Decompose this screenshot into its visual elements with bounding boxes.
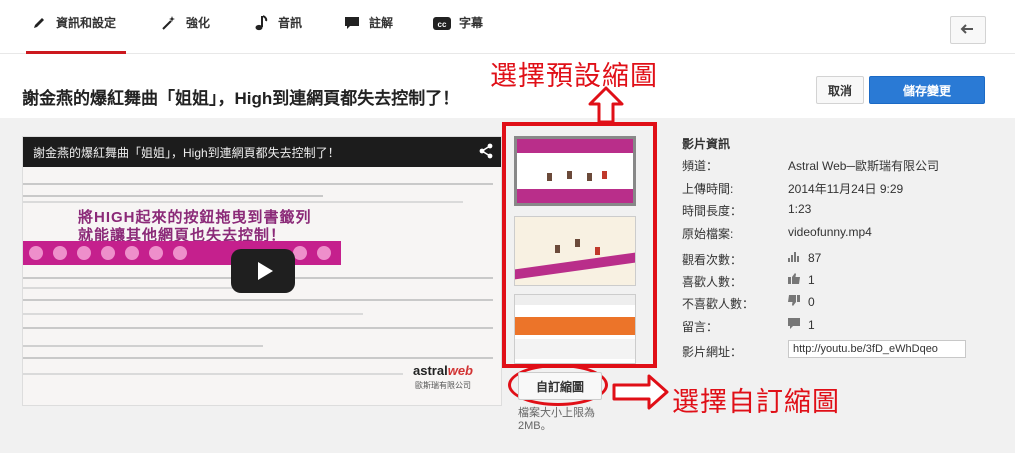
info-label-views: 觀看次數： [682, 253, 743, 267]
default-thumbnails-highlight [502, 122, 657, 368]
thumbnail-option-3[interactable] [514, 294, 636, 364]
tab-subtitles[interactable]: cc 字幕 [433, 14, 483, 54]
video-url-field[interactable] [788, 340, 966, 358]
save-changes-button[interactable]: 儲存變更 [869, 76, 985, 104]
play-icon [257, 262, 273, 280]
thumbnail-option-1[interactable] [514, 136, 636, 206]
tab-label: 註解 [369, 16, 394, 30]
info-value-likes: 1 [788, 273, 815, 287]
tab-label: 音訊 [278, 16, 303, 30]
player-title: 謝金燕的爆紅舞曲「姐姐」，High到連網頁都失去控制了！ [33, 145, 340, 160]
info-label-dislikes: 不喜歡人數： [682, 297, 755, 311]
tab-label: 資訊和設定 [56, 16, 117, 30]
info-label-source-file: 原始檔案: [682, 227, 734, 241]
info-label-duration: 時間長度： [682, 204, 743, 218]
right-arrow-annotation [612, 374, 669, 410]
info-value-source-file: videofunny.mp4 [788, 225, 872, 239]
magic-wand-icon [160, 14, 178, 32]
svg-text:cc: cc [438, 20, 447, 29]
info-value-duration: 1:23 [788, 202, 812, 216]
pencil-icon [30, 14, 48, 32]
page-title: 謝金燕的爆紅舞曲「姐姐」，High到連網頁都失去控制了！ [22, 89, 460, 108]
speech-bubble-icon [343, 14, 361, 32]
info-value-upload-time: 2014年11月24日 9:29 [788, 182, 904, 196]
watermark-logo: astralweb [413, 363, 473, 378]
tab-bar: 資訊和設定 強化 音訊 註解 cc 字幕 [0, 0, 1015, 54]
watermark-subtitle: 歐斯瑞有限公司 [415, 381, 471, 390]
info-value-comments: 1 [788, 318, 815, 332]
info-label-video-url: 影片網址： [682, 345, 743, 359]
tab-enhancements[interactable]: 強化 [160, 14, 210, 54]
tab-label: 強化 [186, 16, 211, 30]
info-label-channel: 頻道： [682, 159, 719, 173]
bar-chart-icon [788, 251, 800, 265]
return-arrow-icon [960, 22, 976, 38]
video-overlay-text: 將HIGH起來的按鈕拖曳到書籤列 就能讓其他網頁也失去控制！ [78, 209, 312, 244]
back-button[interactable] [950, 16, 986, 44]
info-label-likes: 喜歡人數： [682, 275, 743, 289]
player-title-bar: 謝金燕的爆紅舞曲「姐姐」，High到連網頁都失去控制了！ [23, 137, 501, 167]
thumbnail-option-2[interactable] [514, 216, 636, 286]
thumbs-down-icon [788, 295, 800, 309]
info-value-views: 87 [788, 251, 821, 265]
thumbs-up-icon [788, 273, 800, 287]
custom-thumbnail-button[interactable]: 自訂縮圖 [518, 372, 602, 400]
comment-icon [788, 318, 800, 332]
info-label-comments: 留言： [682, 320, 719, 334]
info-label-upload-time: 上傳時間: [682, 182, 734, 196]
cancel-button[interactable]: 取消 [816, 76, 864, 104]
tab-audio[interactable]: 音訊 [252, 14, 302, 54]
info-value-channel: Astral Web─歐斯瑞有限公司 [788, 159, 939, 173]
video-info-heading: 影片資訊 [682, 137, 731, 151]
info-value-dislikes: 0 [788, 295, 815, 309]
play-button[interactable] [231, 249, 295, 293]
video-player[interactable]: 謝金燕的爆紅舞曲「姐姐」，High到連網頁都失去控制了！ 將HIGH起來的按鈕拖… [22, 136, 502, 406]
annotation-default-thumbnail: 選擇預設縮圖 [490, 61, 658, 91]
tab-info-settings[interactable]: 資訊和設定 [25, 14, 127, 54]
cc-icon: cc [433, 14, 451, 32]
file-size-note: 檔案大小上限為 2MB。 [518, 407, 595, 432]
tab-annotations[interactable]: 註解 [343, 14, 393, 54]
share-icon[interactable] [479, 143, 493, 164]
music-note-icon [252, 14, 270, 32]
annotation-custom-thumbnail: 選擇自訂縮圖 [672, 387, 840, 417]
tab-label: 字幕 [459, 16, 484, 30]
